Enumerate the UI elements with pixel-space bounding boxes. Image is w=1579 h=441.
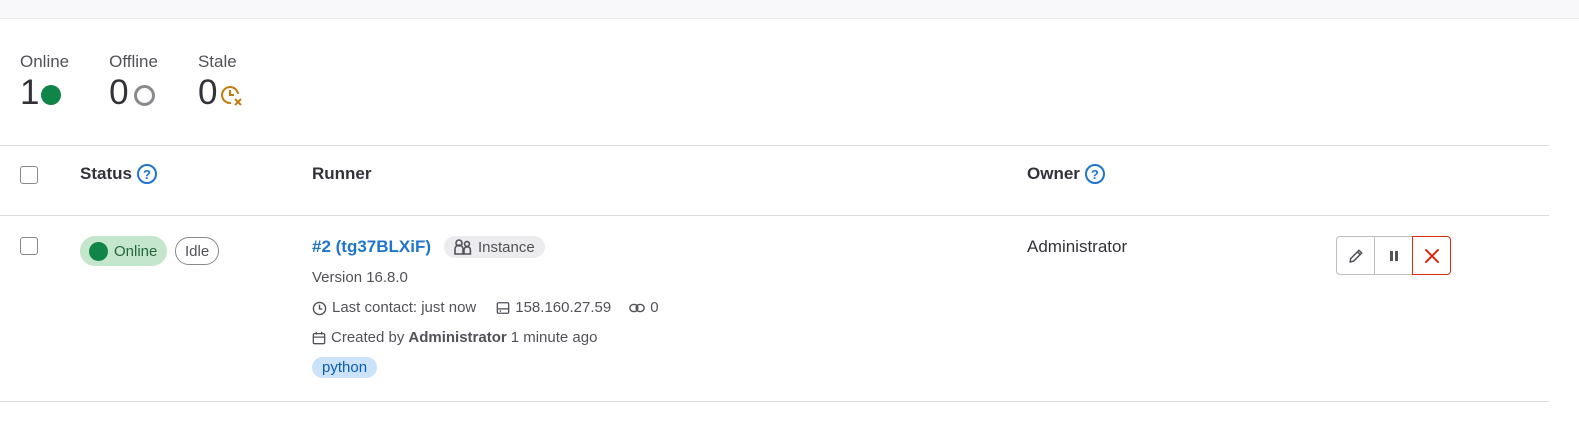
status-column-header: Status ? — [80, 164, 157, 184]
ip-address-text: 158.160.27.59 — [515, 299, 612, 316]
version-text: Version 16.8.0 — [312, 269, 408, 286]
owner-help-icon[interactable]: ? — [1084, 164, 1105, 184]
runner-type-badge: Instance — [444, 236, 545, 258]
runner-type-text: Instance — [478, 238, 535, 256]
pencil-icon — [1348, 249, 1362, 263]
tag-text: python — [322, 359, 368, 376]
clock-icon — [312, 301, 327, 315]
stale-clock-icon — [221, 86, 243, 106]
divider — [0, 215, 1549, 216]
link-icon — [629, 303, 646, 313]
owner-header-label: Owner — [1027, 164, 1080, 183]
runner-created-row: Created by Administrator 1 minute ago — [312, 328, 597, 348]
close-icon — [1424, 248, 1439, 263]
online-dot-icon — [89, 241, 108, 261]
runner-stats: Online 1 Offline 0 Stale 0 — [20, 50, 283, 112]
calendar-icon — [312, 331, 326, 345]
created-prefix-text: Created by — [331, 329, 405, 346]
stat-offline: Offline 0 — [109, 50, 158, 112]
runner-tag: python — [312, 357, 378, 378]
runner-owner: Administrator — [1027, 237, 1128, 256]
row-checkbox[interactable] — [20, 237, 38, 255]
delete-button[interactable] — [1412, 236, 1451, 275]
online-dot-icon — [41, 85, 62, 105]
created-ago-text: 1 minute ago — [510, 329, 598, 346]
runner-contact-row: Last contact: just now 158.160.27.59 0 — [312, 298, 659, 318]
jobs-count-text: 0 — [650, 299, 659, 316]
runner-version: Version 16.8.0 — [312, 268, 408, 288]
stat-value: 0 — [109, 73, 129, 112]
owner-column-header: Owner ? — [1027, 164, 1105, 184]
pause-icon — [1389, 250, 1398, 261]
runner-actions — [1336, 236, 1451, 275]
stat-label: Stale — [197, 52, 237, 71]
instance-icon — [454, 239, 472, 255]
status-text: Online — [114, 242, 158, 260]
offline-circle-icon — [133, 84, 155, 106]
status-header-label: Status — [80, 164, 132, 183]
top-bar-strip — [0, 0, 1579, 19]
select-all-checkbox[interactable] — [20, 166, 38, 184]
runner-link[interactable]: #2 (tg37BLXiF) — [312, 236, 431, 258]
stat-label: Online — [20, 52, 70, 71]
edit-button[interactable] — [1336, 236, 1375, 275]
ip-address-icon — [496, 302, 510, 314]
job-status-badge: Idle — [175, 237, 220, 265]
divider — [0, 401, 1549, 402]
runner-header-label: Runner — [312, 164, 372, 183]
stat-online: Online 1 — [20, 50, 69, 112]
created-by-user: Administrator — [408, 329, 507, 346]
divider — [0, 145, 1549, 146]
pause-button[interactable] — [1374, 236, 1413, 275]
stat-value: 1 — [20, 73, 40, 112]
stat-label: Offline — [109, 52, 158, 71]
stat-value: 0 — [197, 73, 218, 112]
runner-column-header: Runner — [312, 164, 372, 184]
last-contact-text: Last contact: just now — [332, 299, 477, 316]
stat-stale: Stale 0 — [198, 50, 243, 112]
status-help-icon[interactable]: ? — [136, 164, 157, 184]
job-status-text: Idle — [185, 242, 210, 260]
status-badge-online: Online — [80, 236, 168, 266]
